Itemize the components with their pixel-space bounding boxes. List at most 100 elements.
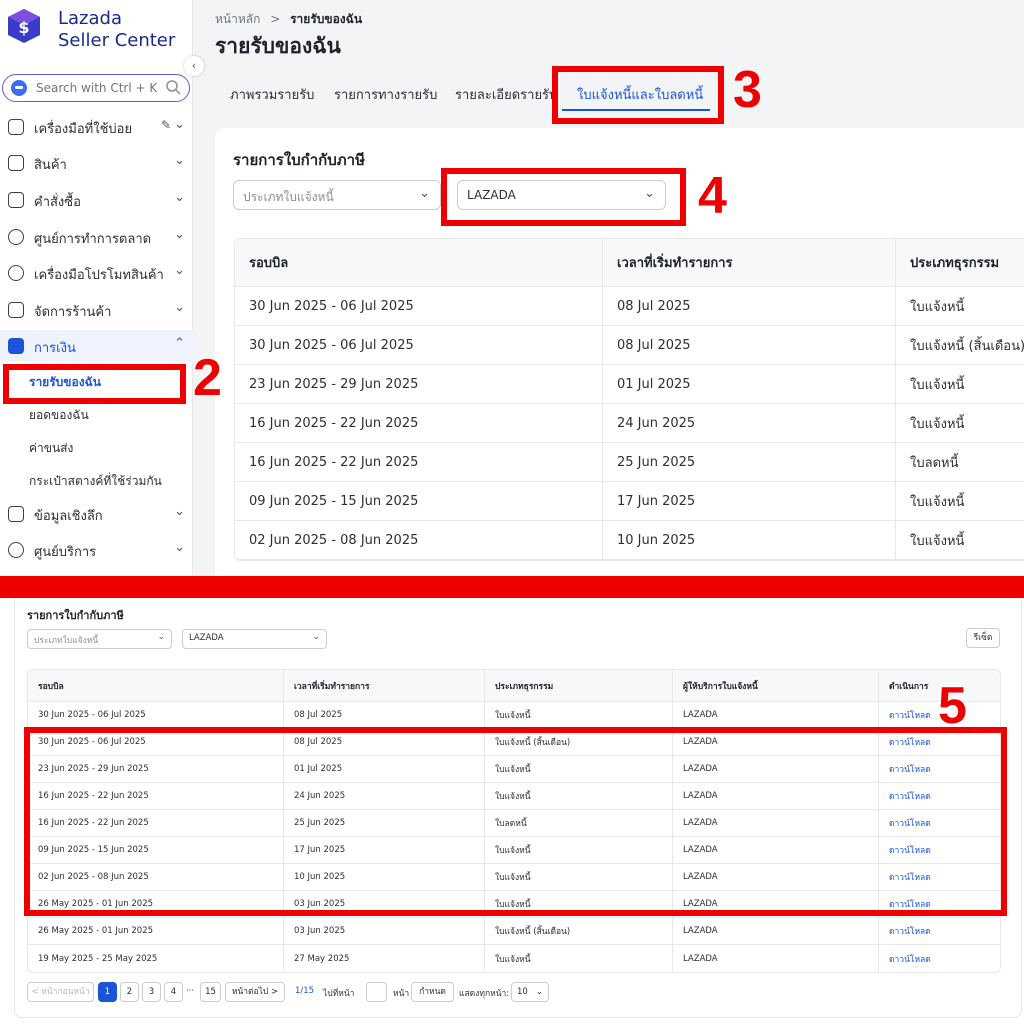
cell-billing-cycle: 02 Jun 2025 - 08 Jun 2025 xyxy=(249,532,419,548)
cell-provider: LAZADA xyxy=(672,918,878,944)
sidebar-subitem-my-balance[interactable]: ยอดของฉัน xyxy=(29,406,89,425)
invoice-type-select[interactable]: ประเภทใบแจ้งหนี้ ⌄ xyxy=(233,180,441,210)
cell-billing-cycle: 16 Jun 2025 - 22 Jun 2025 xyxy=(249,415,419,431)
chevron-down-icon: ⌄ xyxy=(419,186,430,201)
cell-start-time: 24 Jun 2025 xyxy=(602,404,895,442)
insight-icon xyxy=(8,506,24,522)
sidebar-subitem-shared-wallet[interactable]: กระเป๋าสตางค์ที่ใช้ร่วมกัน xyxy=(29,472,162,491)
sidebar: $ Lazada Seller Center Search with Ctrl … xyxy=(0,0,193,576)
cell-billing-cycle: 09 Jun 2025 - 15 Jun 2025 xyxy=(249,493,419,509)
provider-value: LAZADA xyxy=(189,633,224,643)
next-page-button[interactable]: หน้าต่อไป > xyxy=(225,982,285,1002)
tab-income-details[interactable]: รายละเอียดรายรับ xyxy=(455,84,557,105)
sidebar-item-products[interactable]: สินค้า ⌄ xyxy=(0,147,193,179)
bag-icon xyxy=(8,155,24,171)
cell-start-time: 08 Jul 2025 xyxy=(283,702,484,728)
invoice-type-placeholder: ประเภทใบแจ้งหนี้ xyxy=(243,190,334,204)
tab-income-transactions[interactable]: รายการทางรายรับ xyxy=(334,84,437,105)
tab-income-overview[interactable]: ภาพรวมรายรับ xyxy=(230,84,314,105)
per-page-label: แสดงทุกหน้า: xyxy=(459,989,510,999)
sidebar-item-store[interactable]: จัดการร้านค้า ⌄ xyxy=(0,294,193,326)
header-invoice-provider: ผู้ให้บริการใบแจ้งหนี้ xyxy=(672,670,878,701)
screenshot-composite: $ Lazada Seller Center Search with Ctrl … xyxy=(0,0,1024,1024)
table-row: 30 Jun 2025 - 06 Jul 2025 08 Jul 2025 ใบ… xyxy=(28,702,1000,729)
goto-confirm-button[interactable]: กำหนด xyxy=(411,982,454,1002)
table-row: 23 Jun 2025 - 29 Jun 2025 01 Jul 2025 ใบ… xyxy=(235,365,1024,404)
page-1-button[interactable]: 1 xyxy=(98,982,117,1002)
provider-select[interactable]: LAZADA ⌄ xyxy=(182,629,327,649)
cell-transaction-type: ใบแจ้งหนี้ xyxy=(895,365,1024,403)
breadcrumb-current: รายรับของฉัน xyxy=(290,12,363,26)
chevron-down-icon: ⌄ xyxy=(174,227,185,242)
chevron-down-icon: ⌄ xyxy=(535,987,543,997)
chevron-up-icon: ⌃ xyxy=(174,336,185,351)
sidebar-item-label: สินค้า xyxy=(34,158,67,173)
pagination: < หน้าก่อนหน้า 1 2 3 4 ··· 15 หน้าต่อไป … xyxy=(27,982,997,1002)
cell-start-time: 10 Jun 2025 xyxy=(602,521,895,559)
logo[interactable]: $ Lazada Seller Center xyxy=(6,6,186,54)
lazada-logo-icon: $ xyxy=(8,9,40,43)
collapse-sidebar-icon[interactable]: ‹ xyxy=(184,56,204,76)
chevron-down-icon: ⌄ xyxy=(174,117,185,132)
cell-transaction-type: ใบลดหนี้ xyxy=(895,443,1024,481)
page-title: รายรับของฉัน xyxy=(215,34,341,58)
prev-page-button[interactable]: < หน้าก่อนหน้า xyxy=(27,982,94,1002)
goto-page-input[interactable] xyxy=(366,982,387,1002)
page-2-button[interactable]: 2 xyxy=(120,982,139,1002)
chevron-down-icon: ⌄ xyxy=(174,504,185,519)
header-start-time: เวลาที่เริ่มทำรายการ xyxy=(283,670,484,701)
sidebar-item-orders[interactable]: คำสั่งซื้อ ⌄ xyxy=(0,184,193,216)
order-icon xyxy=(8,192,24,208)
chevron-down-icon: ⌄ xyxy=(174,263,185,278)
invoice-type-placeholder: ประเภทใบแจ้งหนี้ xyxy=(34,636,99,646)
sidebar-item-insights[interactable]: ข้อมูลเชิงลึก ⌄ xyxy=(0,498,193,530)
cell-transaction-type: ใบแจ้งหนี้ xyxy=(895,287,1024,325)
table-row: 30 Jun 2025 - 06 Jul 2025 08 Jul 2025 ใบ… xyxy=(235,287,1024,326)
cell-transaction-type: ใบแจ้งหนี้ xyxy=(484,945,672,972)
header-start-time: เวลาที่เริ่มทำรายการ xyxy=(602,239,895,286)
svg-text:$: $ xyxy=(18,18,29,37)
cell-start-time: 03 Jun 2025 xyxy=(283,918,484,944)
annotation-number-3: 3 xyxy=(733,61,762,119)
table-row: 26 May 2025 - 01 Jun 2025 03 Jun 2025 ใบ… xyxy=(28,918,1000,945)
sidebar-subitem-shipping-fee[interactable]: ค่าขนส่ง xyxy=(29,439,73,458)
sidebar-item-label: ข้อมูลเชิงลึก xyxy=(34,509,103,524)
per-page-select[interactable]: 10 ⌄ xyxy=(511,982,549,1002)
sidebar-item-service-center[interactable]: ศูนย์บริการ ⌄ xyxy=(0,534,193,566)
download-link[interactable]: ดาวน์โหลด xyxy=(878,945,1000,972)
chevron-down-icon: ⌄ xyxy=(174,540,185,555)
cell-transaction-type: ใบแจ้งหนี้ xyxy=(484,702,672,728)
cell-provider: LAZADA xyxy=(672,702,878,728)
breadcrumb-home[interactable]: หน้าหลัก xyxy=(215,12,260,26)
cell-start-time: 25 Jun 2025 xyxy=(602,443,895,481)
page-4-button[interactable]: 4 xyxy=(164,982,183,1002)
edit-icon[interactable]: ✎ xyxy=(161,118,171,132)
sidebar-item-marketing[interactable]: ศูนย์การทำการตลาด ⌄ xyxy=(0,221,193,253)
headset-icon xyxy=(8,542,24,558)
cell-billing-cycle: 16 Jun 2025 - 22 Jun 2025 xyxy=(249,454,419,470)
page-3-button[interactable]: 3 xyxy=(142,982,161,1002)
chevron-down-icon: ⌄ xyxy=(312,632,320,642)
sidebar-item-label: จัดการร้านค้า xyxy=(34,305,112,320)
cell-start-time: 17 Jun 2025 xyxy=(602,482,895,520)
search-input[interactable]: Search with Ctrl + K xyxy=(2,74,190,102)
top-screenshot: $ Lazada Seller Center Search with Ctrl … xyxy=(0,0,1024,576)
wallet-icon xyxy=(8,338,24,354)
search-icon[interactable] xyxy=(165,79,181,95)
breadcrumb-separator: > xyxy=(270,12,281,26)
download-link[interactable]: ดาวน์โหลด xyxy=(878,918,1000,944)
sidebar-item-promo-tools[interactable]: เครื่องมือโปรโมทสินค้า ⌄ xyxy=(0,257,193,289)
invoice-type-select[interactable]: ประเภทใบแจ้งหนี้ ⌄ xyxy=(27,629,172,649)
goto-label: ไปที่หน้า xyxy=(323,989,355,999)
sidebar-item-tools[interactable]: เครื่องมือที่ใช้บ่อย ✎ ⌄ xyxy=(0,111,193,143)
cell-transaction-type: ใบแจ้งหนี้ (สิ้นเดือน) xyxy=(895,326,1024,364)
table-row: 30 Jun 2025 - 06 Jul 2025 08 Jul 2025 ใบ… xyxy=(235,326,1024,365)
table-row: 09 Jun 2025 - 15 Jun 2025 17 Jun 2025 ใบ… xyxy=(235,482,1024,521)
reset-button[interactable]: รีเซ็ต xyxy=(966,628,1000,648)
table-row: 16 Jun 2025 - 22 Jun 2025 25 Jun 2025 ใบ… xyxy=(235,443,1024,482)
chevron-down-icon: ⌄ xyxy=(157,632,165,642)
cell-provider: LAZADA xyxy=(672,945,878,972)
header-transaction-type: ประเภทธุรกรรม xyxy=(484,670,672,701)
sidebar-item-finance[interactable]: การเงิน ⌃ xyxy=(0,330,193,362)
page-last-button[interactable]: 15 xyxy=(200,982,221,1002)
